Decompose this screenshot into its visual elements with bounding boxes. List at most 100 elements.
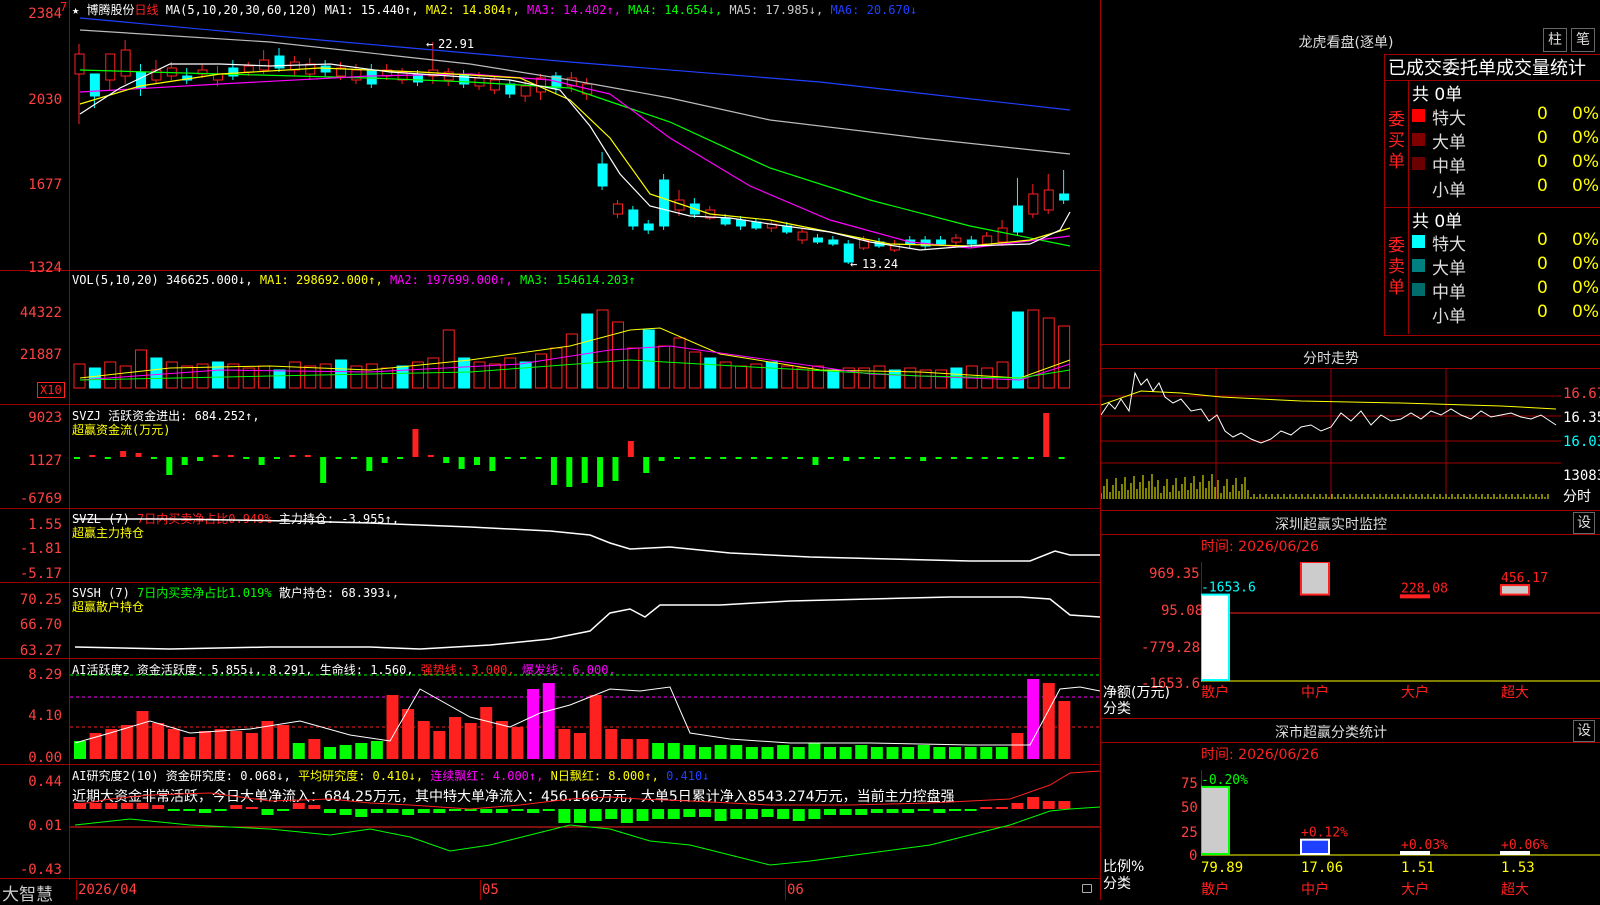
money-flow-bar: [227, 455, 234, 457]
order-row: 特大 0 0%: [1412, 104, 1600, 129]
research-bar: [292, 803, 305, 809]
vol-ma1: MA1: 298692.000↑,: [259, 273, 383, 287]
money-flow-bar: [120, 451, 127, 457]
sell-side-label: 委 卖 单: [1388, 236, 1406, 299]
volume-bar: [519, 361, 532, 389]
money-flow-bar: [150, 457, 157, 459]
bar-toggle-button[interactable]: 柱: [1543, 28, 1567, 52]
svsh-chart[interactable]: [70, 583, 1100, 657]
money-flow-bar: [874, 457, 880, 459]
money-flow-bar: [520, 457, 527, 459]
activity-bar: [667, 743, 680, 759]
research-bar: [245, 807, 258, 809]
research-bar: [183, 809, 196, 811]
class-settings-button[interactable]: 设: [1573, 720, 1595, 742]
monitor-category-label: 中户: [1301, 685, 1329, 701]
candle-body: [520, 85, 531, 97]
order-count: 0: [1537, 254, 1548, 274]
monitor-axis-3: -779.28: [1141, 640, 1201, 656]
activity-bar: [417, 721, 430, 759]
volume-bar: [273, 369, 286, 389]
research-bar: [386, 809, 399, 813]
money-flow-bar: [581, 457, 588, 483]
money-flow-bar: [627, 441, 634, 457]
candle-body: [828, 239, 839, 245]
money-flow-bar: [258, 457, 265, 465]
activity-bar: [995, 747, 1008, 759]
activity-bar: [511, 727, 524, 759]
activity-bar: [886, 747, 899, 759]
svzj-chart[interactable]: [70, 405, 1100, 507]
research-bar: [699, 809, 711, 817]
activity-bar: [230, 731, 243, 759]
activity-bar: [495, 721, 508, 759]
research-bar: [714, 809, 727, 821]
activity-bar: [449, 717, 461, 759]
activity-bar: [167, 729, 180, 759]
activity-bar: [199, 731, 211, 759]
activity-bar: [589, 695, 602, 759]
svsh-axis-3: 63.27: [19, 643, 62, 659]
research-bar: [199, 809, 211, 813]
research-bar: [511, 809, 524, 811]
class-axis-1: 75: [1181, 776, 1198, 792]
candle-body: [936, 239, 947, 245]
volume-bar: [581, 313, 594, 389]
money-flow-bar: [504, 457, 511, 459]
ai-active-axis-1: 8.29: [28, 667, 62, 683]
class-bar-label: +0.03%: [1401, 838, 1448, 853]
money-flow-bar: [366, 457, 373, 471]
svzl-chart[interactable]: [70, 509, 1100, 581]
money-flow-bar: [597, 457, 604, 487]
money-flow-bar: [674, 457, 680, 459]
money-flow-bar: [704, 457, 711, 459]
money-flow-bar: [935, 457, 942, 459]
price-chart[interactable]: ← 22.91 ← 13.24: [70, 14, 1100, 270]
price-axis-3: 1677: [28, 177, 62, 193]
candle-body: [1012, 205, 1023, 233]
activity-bar: [292, 743, 305, 759]
money-flow-bar: [474, 457, 480, 465]
money-flow-bar: [766, 457, 773, 459]
monitor-bar-label: 969.35: [1301, 562, 1348, 563]
ai-research-chart[interactable]: [70, 765, 1100, 877]
money-flow-bar: [550, 457, 557, 485]
money-flow-bar: [1043, 413, 1050, 457]
activity-bar: [870, 747, 883, 759]
candle-body: [505, 83, 516, 95]
activity-bar: [120, 725, 133, 759]
money-flow-bar: [427, 455, 434, 457]
volume-bar: [458, 357, 471, 389]
volume-bar: [996, 361, 1009, 389]
research-bar: [527, 809, 540, 813]
activity-bar: [542, 683, 555, 759]
research-bar: [620, 809, 633, 823]
activity-bar: [214, 729, 227, 759]
lock-icon[interactable]: [1082, 884, 1092, 893]
money-flow-bar: [443, 457, 450, 463]
vol-chart[interactable]: [70, 290, 1100, 404]
vol-value: 346625.000↓,: [165, 273, 253, 287]
monitor-settings-button[interactable]: 设: [1573, 512, 1595, 534]
volume-bar: [765, 361, 778, 389]
date-divider-1: [76, 880, 77, 900]
money-flow-bar: [89, 455, 96, 457]
activity-bar: [620, 739, 633, 759]
ai-active-axis-2: 4.10: [28, 708, 62, 724]
monitor-title: 深圳超赢实时监控: [1275, 517, 1387, 533]
activity-bar: [683, 745, 696, 759]
money-flow-bar: [612, 457, 619, 481]
money-flow-bar: [212, 455, 219, 457]
candle-body: [366, 69, 377, 85]
left-chart-area[interactable]: ★ 博腾股份日线 MA(5,10,20,30,60,120) MA1: 15.4…: [0, 0, 1100, 905]
pen-toggle-button[interactable]: 笔: [1571, 28, 1595, 52]
research-bar: [355, 809, 368, 817]
money-flow-bar: [720, 457, 727, 459]
intraday-chart[interactable]: [1101, 369, 1561, 509]
research-bar: [667, 809, 680, 819]
candle-body: [628, 209, 639, 227]
order-category: 中单: [1432, 157, 1466, 177]
ai-active-chart[interactable]: [70, 659, 1100, 763]
volume-bar: [704, 357, 717, 389]
activity-bar: [1027, 679, 1040, 759]
